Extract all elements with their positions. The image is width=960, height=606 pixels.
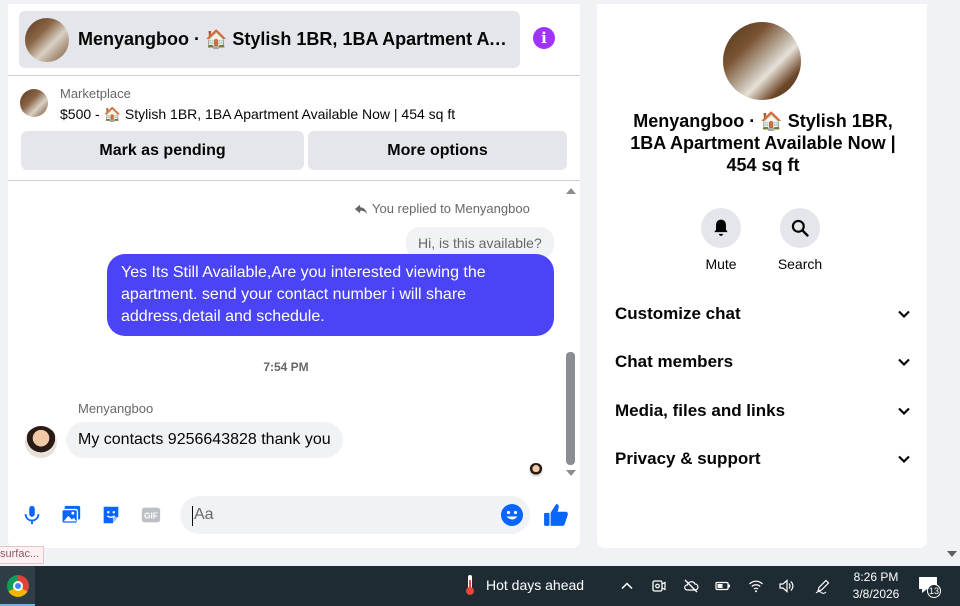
- message-input[interactable]: [180, 496, 530, 534]
- listing-photo[interactable]: [723, 22, 801, 100]
- chrome-app-button[interactable]: [0, 566, 35, 606]
- listing-thumbnail: [25, 17, 69, 62]
- customize-chat-row[interactable]: Customize chat: [615, 299, 911, 329]
- search-label: Search: [777, 256, 823, 272]
- text-caret: [192, 506, 193, 526]
- message-timestamp: 7:54 PM: [263, 360, 309, 374]
- privacy-support-row[interactable]: Privacy & support: [615, 444, 911, 474]
- chevron-down-icon: [898, 455, 910, 464]
- taskbar: Hot days ahead 8:26 PM 3/8/2026 13: [0, 566, 960, 606]
- scrollbar-thumb[interactable]: [566, 352, 575, 465]
- replied-label: You replied to Menyangboo: [372, 201, 530, 216]
- marketplace-thumbnail: [20, 89, 48, 117]
- search-icon: [791, 219, 809, 237]
- mute-button[interactable]: Mute: [689, 208, 753, 272]
- cloud-offline-icon[interactable]: [681, 576, 701, 596]
- received-message-bubble[interactable]: My contacts 9256643828 thank you: [66, 422, 343, 458]
- chat-scrollbar[interactable]: [564, 185, 578, 481]
- chevron-up-icon[interactable]: [617, 576, 637, 596]
- row-label: Privacy & support: [615, 449, 761, 468]
- media-files-links-row[interactable]: Media, files and links: [615, 396, 911, 426]
- divider: [8, 75, 580, 76]
- camera-icon[interactable]: [649, 576, 669, 596]
- chat-panel: Menyangboo · 🏠 Stylish 1BR, 1BA Apartmen…: [8, 4, 580, 548]
- more-options-button[interactable]: More options: [308, 131, 567, 170]
- divider: [8, 180, 580, 181]
- bell-icon: [714, 219, 728, 236]
- svg-text:GIF: GIF: [144, 512, 158, 521]
- chrome-icon: [6, 575, 29, 597]
- mute-label: Mute: [705, 256, 737, 272]
- chat-details-panel: Menyangboo · 🏠 Stylish 1BR, 1BA Apartmen…: [597, 4, 927, 548]
- weather-widget[interactable]: Hot days ahead: [464, 574, 584, 596]
- sent-message-bubble[interactable]: Yes Its Still Available,Are you interest…: [107, 254, 554, 336]
- info-icon[interactable]: i: [533, 27, 555, 49]
- chat-title: Menyangboo · 🏠 Stylish 1BR, 1BA Apartmen…: [78, 29, 514, 49]
- notification-badge: 13: [927, 584, 942, 598]
- chevron-down-icon: [898, 310, 910, 319]
- thermometer-icon: [466, 575, 474, 595]
- row-label: Customize chat: [615, 304, 741, 323]
- clock-date: 3/8/2026: [852, 587, 900, 601]
- replied-indicator: You replied to Menyangboo: [354, 201, 530, 216]
- scroll-up-arrow[interactable]: [566, 188, 576, 194]
- photo-icon[interactable]: [59, 503, 83, 527]
- page-scrollbar[interactable]: [944, 0, 960, 562]
- chat-members-row[interactable]: Chat members: [615, 347, 911, 377]
- battery-icon[interactable]: [713, 576, 733, 596]
- gif-icon[interactable]: GIF: [139, 503, 163, 527]
- listing-summary[interactable]: $500 - 🏠 Stylish 1BR, 1BA Apartment Avai…: [60, 106, 455, 123]
- details-title: Menyangboo · 🏠 Stylish 1BR, 1BA Apartmen…: [630, 111, 896, 175]
- marketplace-label: Marketplace: [60, 86, 131, 101]
- search-button[interactable]: Search: [768, 208, 832, 272]
- volume-icon[interactable]: [776, 576, 796, 596]
- system-clock[interactable]: 8:26 PM 3/8/2026: [846, 569, 906, 603]
- avatar[interactable]: [25, 426, 57, 458]
- wifi-icon[interactable]: [746, 576, 766, 596]
- row-label: Media, files and links: [615, 401, 786, 420]
- chevron-down-icon: [898, 358, 910, 367]
- clock-time: 8:26 PM: [853, 570, 899, 584]
- microphone-icon[interactable]: [20, 503, 44, 527]
- scroll-down-arrow[interactable]: [566, 470, 576, 476]
- weather-text: Hot days ahead: [486, 577, 585, 593]
- sender-name: Menyangboo: [78, 401, 154, 416]
- notification-button[interactable]: 13: [918, 576, 942, 598]
- truncated-tooltip: surfac...: [0, 546, 45, 564]
- scroll-down-arrow[interactable]: [947, 551, 957, 557]
- mark-as-pending-button[interactable]: Mark as pending: [21, 131, 304, 170]
- thumbs-up-icon[interactable]: [543, 502, 569, 528]
- row-label: Chat members: [615, 352, 734, 371]
- chevron-down-icon: [898, 407, 910, 416]
- message-composer: GIF: [8, 492, 580, 540]
- reply-arrow-icon: [354, 204, 368, 214]
- chat-header[interactable]: Menyangboo · 🏠 Stylish 1BR, 1BA Apartmen…: [19, 11, 520, 68]
- sticker-icon[interactable]: [99, 503, 123, 527]
- emoji-icon[interactable]: [500, 503, 524, 527]
- pen-icon[interactable]: [813, 576, 833, 596]
- seen-avatar: [529, 463, 543, 477]
